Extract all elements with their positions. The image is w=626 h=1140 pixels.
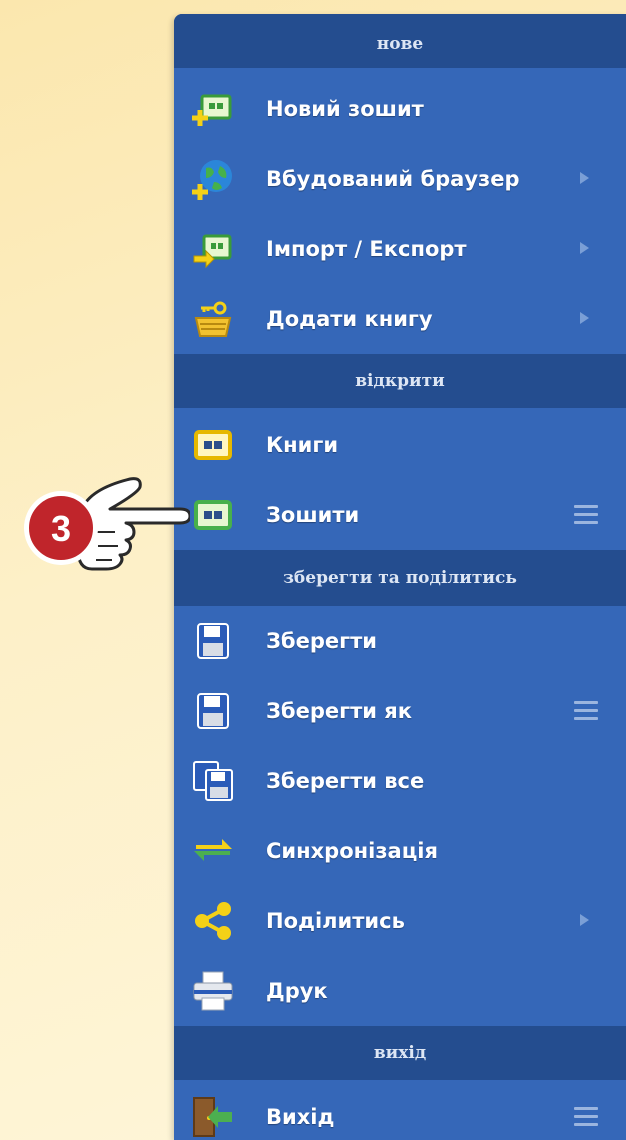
menu-item-share[interactable]: Поділитись — [174, 886, 626, 956]
book-icon — [194, 430, 232, 460]
menu-item-print[interactable]: Друк — [174, 956, 626, 1026]
notebook-icon — [194, 500, 232, 530]
menu-item-label: Поділитись — [266, 909, 405, 933]
new-notebook-icon — [192, 94, 232, 126]
submenu-arrow-icon — [580, 914, 589, 926]
menu-item-label: Друк — [266, 979, 328, 1003]
import-export-icon — [193, 234, 232, 269]
menu-item-import-export[interactable]: Імпорт / Експорт — [174, 214, 626, 284]
menu-item-books[interactable]: Книги — [174, 410, 626, 480]
menu-item-label: Додати книгу — [266, 307, 433, 331]
globe-icon — [192, 160, 232, 200]
menu-item-label: Імпорт / Експорт — [266, 237, 467, 261]
exit-door-icon — [193, 1097, 232, 1137]
menu-item-new-notebook[interactable]: Новий зошит — [174, 74, 626, 144]
menu-item-label: Вихід — [266, 1105, 335, 1129]
menu-item-label: Синхронізація — [266, 839, 438, 863]
menu-item-label: Книги — [266, 433, 339, 457]
sync-arrows-icon — [194, 839, 232, 861]
submenu-arrow-icon — [580, 312, 589, 324]
menu-item-label: Зберегти все — [266, 769, 425, 793]
hamburger-menu-icon[interactable] — [574, 1107, 598, 1127]
menu-item-label: Зберегти — [266, 629, 377, 653]
menu-item-add-book[interactable]: Додати книгу — [174, 284, 626, 354]
menu-item-exit[interactable]: Вихід — [174, 1082, 626, 1140]
hamburger-menu-icon[interactable] — [574, 701, 598, 721]
submenu-arrow-icon — [580, 172, 589, 184]
step-number: 3 — [51, 508, 71, 549]
printer-icon — [193, 971, 233, 1011]
section-header-open: відкрити — [174, 354, 626, 408]
menu-item-label: Вбудований браузер — [266, 167, 520, 191]
menu-item-save[interactable]: Зберегти — [174, 606, 626, 676]
section-header-exit: вихід — [174, 1026, 626, 1080]
menu-item-browser[interactable]: Вбудований браузер — [174, 144, 626, 214]
floppy-disk-icon — [197, 693, 229, 729]
menu-item-label: Зберегти як — [266, 699, 413, 723]
submenu-arrow-icon — [580, 242, 589, 254]
step-callout: 3 — [24, 477, 190, 571]
menu-item-sync[interactable]: Синхронізація — [174, 816, 626, 886]
menu-item-label: Новий зошит — [266, 97, 424, 121]
section-header-save-share: зберегти та поділитись — [174, 550, 626, 606]
hamburger-menu-icon[interactable] — [574, 505, 598, 525]
menu-item-save-as[interactable]: Зберегти як — [174, 676, 626, 746]
menu-item-notebooks[interactable]: Зошити — [174, 480, 626, 550]
basket-key-icon — [194, 301, 232, 337]
menu-item-label: Зошити — [266, 503, 360, 527]
menu-item-save-all[interactable]: Зберегти все — [174, 746, 626, 816]
share-icon — [195, 902, 231, 940]
floppy-disk-icon — [197, 623, 229, 659]
multiple-floppy-disks-icon — [193, 761, 233, 801]
section-header-new: нове — [174, 14, 626, 68]
file-menu: нове Новий зошит Вбудований браузер Імпо… — [174, 14, 626, 1140]
